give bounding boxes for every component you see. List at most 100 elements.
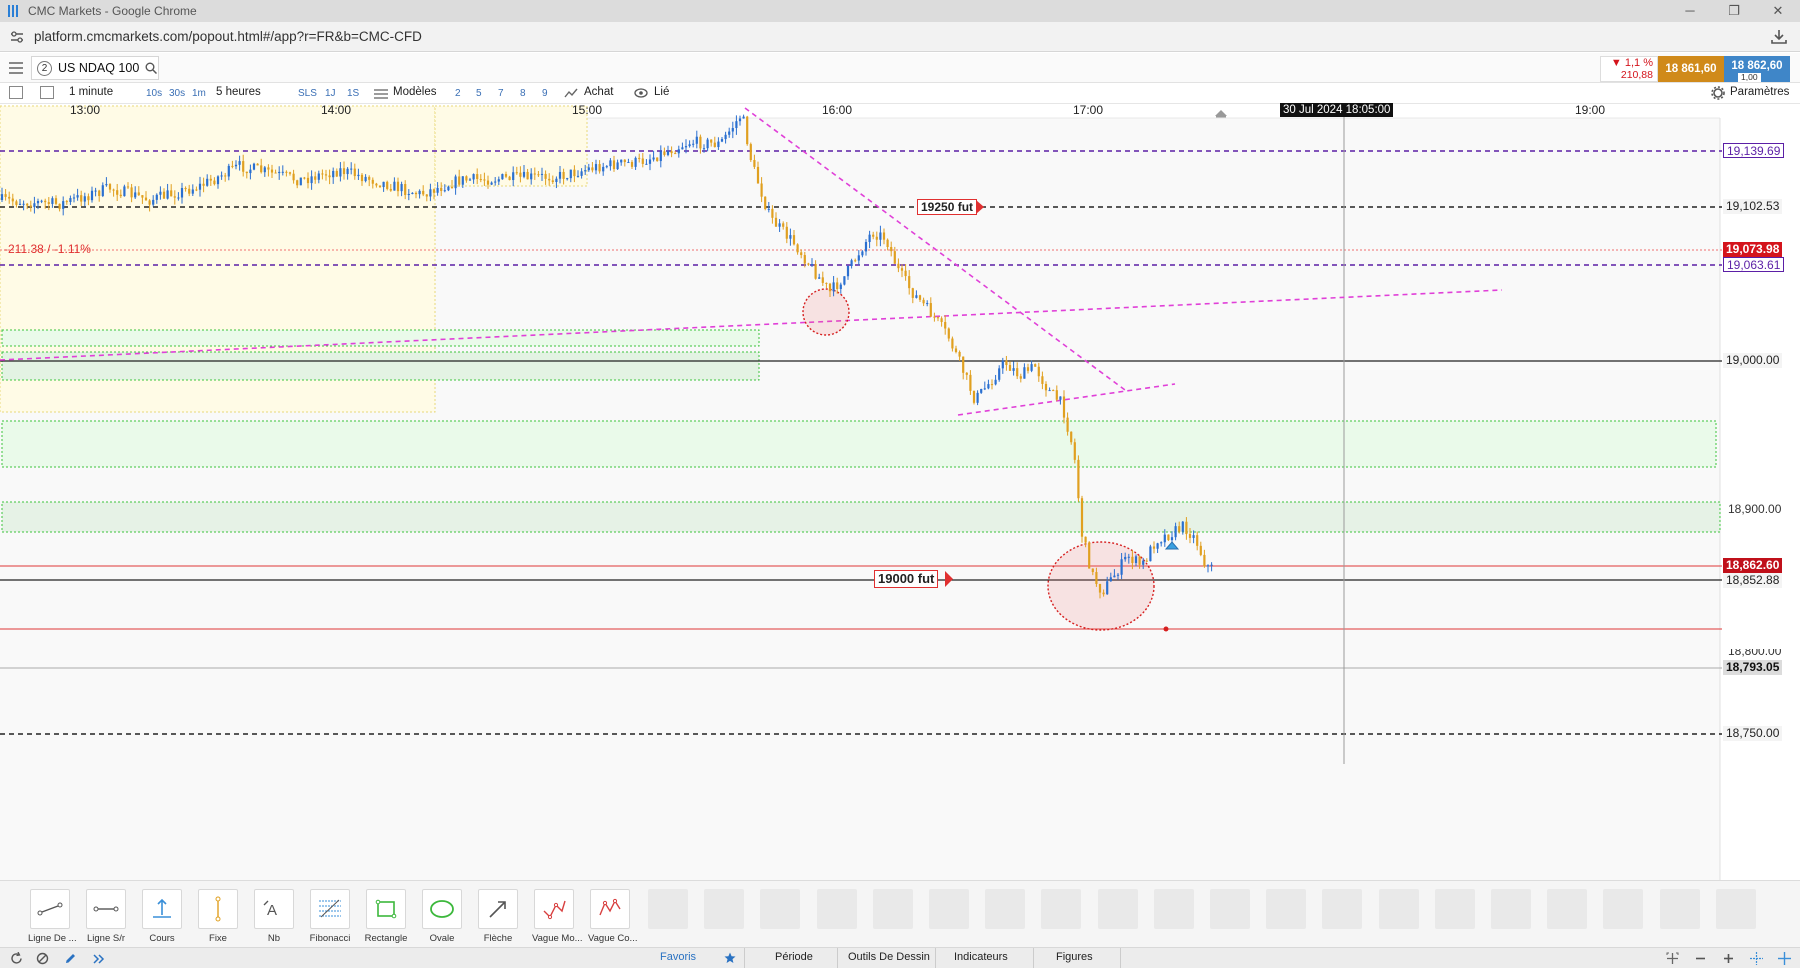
layout-9[interactable]: 9 (542, 88, 548, 99)
refresh-icon[interactable] (10, 952, 23, 965)
empty-tool-slot (1547, 889, 1588, 929)
quick-interval-30s[interactable]: 30s (169, 88, 185, 99)
minimize-icon[interactable]: ─ (1668, 0, 1712, 22)
candle-body (900, 268, 904, 271)
quick-range-1s[interactable]: 1S (347, 88, 359, 99)
clear-drawings-icon[interactable] (36, 952, 49, 965)
download-icon[interactable] (1770, 28, 1788, 46)
tool-motive-wave[interactable]: Vague Mo... (532, 889, 583, 944)
tool-arrow[interactable]: Flèche (476, 889, 520, 944)
tool-rectangle[interactable]: Rectangle (364, 889, 408, 944)
settings-button[interactable]: Paramètres (1730, 86, 1789, 98)
tool-fibonacci[interactable]: Fibonacci (308, 889, 352, 944)
fit-chart-icon[interactable] (1666, 952, 1679, 965)
templates-button[interactable]: Modèles (393, 86, 436, 98)
zoom-out-icon[interactable] (1694, 952, 1707, 965)
link-icon[interactable] (634, 88, 648, 98)
candle-body (1188, 534, 1192, 538)
tool-fixed[interactable]: Fixe (196, 889, 240, 944)
alert-marker-dot[interactable] (1163, 626, 1169, 632)
candle-body (148, 200, 151, 205)
candle-body (1206, 565, 1210, 567)
site-info-icon[interactable] (10, 30, 24, 44)
buy-icon[interactable] (564, 87, 578, 99)
candle-body (1113, 575, 1116, 578)
support-zone-c[interactable] (1, 420, 1717, 468)
search-icon[interactable] (145, 62, 158, 74)
tab-indicators[interactable]: Indicateurs (954, 951, 1008, 963)
price-chart[interactable]: 13:00 14:00 15:00 16:00 17:00 19:00 30 J… (0, 103, 1800, 880)
layout-8[interactable]: 8 (520, 88, 526, 99)
favorite-star-icon[interactable] (724, 952, 736, 964)
quick-range-sls[interactable]: SLS (298, 88, 317, 99)
candle-body (681, 147, 684, 150)
settings-gear-icon[interactable] (1711, 86, 1725, 100)
candle-body (692, 143, 695, 145)
candle-body (108, 184, 112, 190)
tab-drawing-tools[interactable]: Outils De Dessin (848, 951, 930, 963)
support-zone-b[interactable] (1, 351, 760, 381)
zoom-in-icon[interactable] (1722, 952, 1735, 965)
candle-body (47, 202, 50, 204)
tab-periode[interactable]: Période (775, 951, 813, 963)
candle-body (825, 282, 828, 284)
sell-price-button[interactable]: 18 861,60 (1658, 56, 1724, 82)
empty-tool-slot (1434, 889, 1475, 929)
candle-body (173, 196, 176, 198)
templates-icon[interactable] (374, 88, 388, 99)
tool-corrective-wave[interactable]: Vague Co... (588, 889, 637, 944)
motive-wave-icon (543, 900, 566, 920)
crosshair-lock-icon[interactable] (1778, 952, 1791, 965)
tool-sr-line[interactable]: Ligne S/r (84, 889, 128, 944)
chart-list-icon[interactable] (9, 86, 23, 99)
candle-body (792, 235, 796, 245)
layout-7[interactable]: 7 (498, 88, 504, 99)
tool-oval[interactable]: Ovale (420, 889, 464, 944)
tab-divider (1033, 948, 1034, 968)
magnet-icon[interactable] (92, 952, 105, 965)
candle-body (501, 174, 504, 180)
layout-5[interactable]: 5 (476, 88, 482, 99)
candle-body (713, 142, 716, 148)
alert-label-19250[interactable]: 19250 fut (917, 199, 978, 215)
quick-interval-1m[interactable]: 1m (192, 88, 206, 99)
tool-note[interactable]: A Nb (252, 889, 296, 944)
candle-body (1156, 543, 1159, 549)
candle-body (227, 165, 230, 177)
chart-canvas[interactable] (0, 104, 1800, 880)
candle-body (1091, 568, 1094, 573)
alert-label-19000[interactable]: 19000 fut (874, 570, 939, 588)
tool-trend-line[interactable]: Ligne De ... (28, 889, 77, 944)
candle-body (332, 170, 335, 178)
support-zone-d[interactable] (1, 501, 1721, 533)
highlight-circle-small[interactable] (802, 288, 850, 336)
pencil-icon[interactable] (64, 952, 77, 965)
candle-body (15, 201, 18, 205)
candle-body (774, 217, 778, 227)
range-select[interactable]: 5 heures (216, 86, 261, 98)
candle-body (1098, 584, 1102, 593)
url-text[interactable]: platform.cmcmarkets.com/popout.html#/app… (34, 29, 422, 44)
tab-figures[interactable]: Figures (1056, 951, 1093, 963)
tool-price[interactable]: Cours (140, 889, 184, 944)
support-zone-a[interactable] (1, 329, 760, 347)
buy-price-button[interactable]: 18 862,60 1,00 (1724, 56, 1790, 82)
layout-2[interactable]: 2 (455, 88, 461, 99)
candle-body (1170, 537, 1174, 541)
quick-range-1j[interactable]: 1J (325, 88, 336, 99)
close-icon[interactable]: ✕ (1756, 0, 1800, 22)
restore-icon[interactable]: ❐ (1712, 0, 1756, 22)
layout-grid-icon[interactable] (40, 86, 54, 99)
crosshair-icon[interactable] (1750, 952, 1763, 965)
buy-button[interactable]: Achat (584, 86, 613, 98)
instrument-tab[interactable]: 2 US NDAQ 100 (31, 56, 159, 80)
quick-interval-10s[interactable]: 10s (146, 88, 162, 99)
linked-toggle[interactable]: Lié (654, 86, 669, 98)
tab-favoris[interactable]: Favoris (660, 951, 696, 963)
candle-body (299, 177, 302, 186)
price-tag-19063: 19,063.61 (1723, 257, 1785, 272)
candle-body (587, 167, 590, 171)
menu-icon[interactable] (9, 62, 23, 74)
tab-count-badge: 2 (37, 60, 52, 76)
interval-select[interactable]: 1 minute (69, 86, 113, 98)
